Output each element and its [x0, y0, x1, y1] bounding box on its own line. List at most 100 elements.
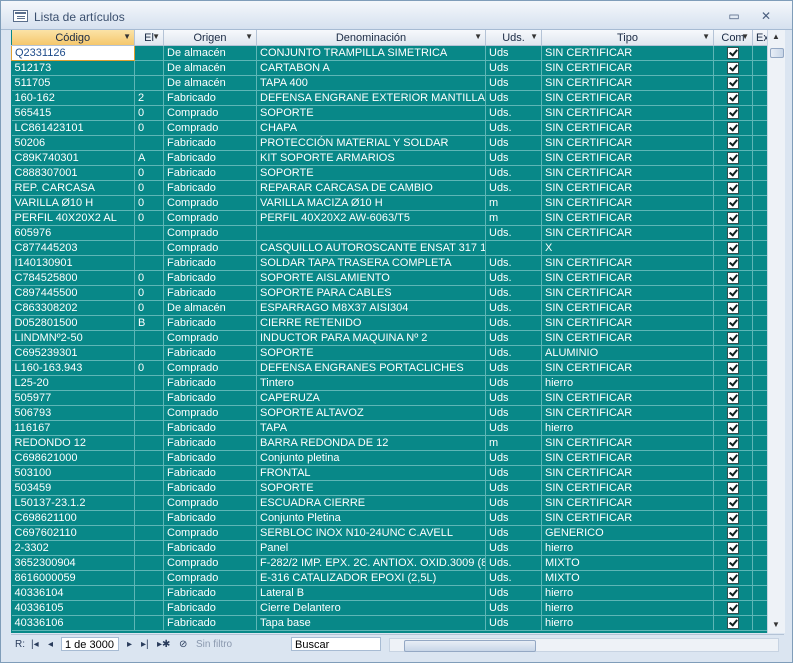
cell-uds[interactable]: Uds.: [485, 120, 542, 136]
checkbox-checked-icon[interactable]: [727, 467, 739, 480]
cell-ex[interactable]: [752, 210, 767, 226]
table-row[interactable]: REP. CARCASA 0 Fabricado REPARAR CARCASA DE…: [11, 180, 767, 196]
next-record-button[interactable]: ▸: [127, 638, 132, 652]
cell-uds[interactable]: Uds: [485, 495, 542, 511]
last-record-button[interactable]: ▸|: [141, 638, 149, 652]
checkbox-checked-icon[interactable]: [727, 617, 739, 630]
cell-tipo[interactable]: MIXTO: [541, 570, 714, 586]
cell-el[interactable]: A: [134, 150, 164, 166]
table-row[interactable]: C784525800 0 Fabricado SOPORTE AISLAMIENTO U…: [11, 270, 767, 286]
table-row[interactable]: C89K740301 A Fabricado KIT SOPORTE ARMARIOS…: [11, 150, 767, 166]
table-row[interactable]: C897445500 0 Fabricado SOPORTE PARA CABLES U…: [11, 285, 767, 301]
cell-com[interactable]: [713, 210, 753, 226]
cell-uds[interactable]: Uds.: [485, 225, 542, 241]
cell-el[interactable]: [134, 540, 164, 556]
current-record-field[interactable]: 1 de 3000: [61, 637, 119, 651]
column-header-tipo[interactable]: Tipo ▼: [541, 30, 714, 46]
cell-denominacion[interactable]: DEFENSA ENGRANE EXTERIOR MANTILLA: [256, 90, 486, 106]
table-row[interactable]: L50137-23.1.2 Comprado ESCUADRA CIERRE Uds S…: [11, 495, 767, 511]
cell-ex[interactable]: [752, 90, 767, 106]
cell-origen[interactable]: Fabricado: [163, 90, 257, 106]
cell-com[interactable]: [713, 495, 753, 511]
table-row[interactable]: 605976 Comprado Uds. SIN CERTIFICAR: [11, 225, 767, 241]
cell-tipo[interactable]: MIXTO: [541, 555, 714, 571]
cell-el[interactable]: [134, 390, 164, 406]
cell-origen[interactable]: Comprado: [163, 240, 257, 256]
table-row[interactable]: C877445203 Comprado CASQUILLO AUTOROSCANTE…: [11, 240, 767, 256]
checkbox-checked-icon[interactable]: [727, 152, 739, 165]
cell-codigo[interactable]: 40336104: [11, 585, 135, 601]
cell-codigo[interactable]: C863308202: [11, 300, 135, 316]
cell-uds[interactable]: Uds.: [485, 285, 542, 301]
cell-denominacion[interactable]: Lateral B: [256, 585, 486, 601]
checkbox-checked-icon[interactable]: [727, 47, 739, 60]
cell-tipo[interactable]: SIN CERTIFICAR: [541, 255, 714, 271]
cell-ex[interactable]: [752, 240, 767, 256]
cell-ex[interactable]: [752, 150, 767, 166]
table-row[interactable]: 511705 De almacén TAPA 400 Uds SIN CERTIFICA…: [11, 75, 767, 91]
cell-denominacion[interactable]: SOPORTE: [256, 480, 486, 496]
cell-uds[interactable]: Uds.: [485, 300, 542, 316]
cell-ex[interactable]: [752, 135, 767, 151]
cell-el[interactable]: [134, 600, 164, 616]
cell-com[interactable]: [713, 255, 753, 271]
horizontal-scrollbar[interactable]: [389, 638, 779, 652]
cell-codigo[interactable]: C695239301: [11, 345, 135, 361]
cell-ex[interactable]: [752, 255, 767, 271]
cell-denominacion[interactable]: E-316 CATALIZADOR EPOXI (2,5L): [256, 570, 486, 586]
cell-el[interactable]: 0: [134, 285, 164, 301]
cell-el[interactable]: [134, 420, 164, 436]
cell-tipo[interactable]: hierro: [541, 375, 714, 391]
cell-origen[interactable]: Fabricado: [163, 270, 257, 286]
cell-tipo[interactable]: SIN CERTIFICAR: [541, 225, 714, 241]
cell-tipo[interactable]: SIN CERTIFICAR: [541, 405, 714, 421]
cell-el[interactable]: [134, 405, 164, 421]
table-row[interactable]: VARILLA Ø10 H 0 Comprado VARILLA MACIZA Ø10…: [11, 195, 767, 211]
checkbox-checked-icon[interactable]: [727, 602, 739, 615]
scroll-down-icon[interactable]: ▼: [772, 620, 780, 629]
table-row[interactable]: 40336104 Fabricado Lateral B Uds hierro: [11, 585, 767, 601]
cell-ex[interactable]: [752, 180, 767, 196]
new-record-button[interactable]: ▸✱: [157, 638, 170, 652]
table-row[interactable]: L160-163.943 0 Comprado DEFENSA ENGRANES PO…: [11, 360, 767, 376]
cell-el[interactable]: [134, 60, 164, 76]
cell-tipo[interactable]: SIN CERTIFICAR: [541, 300, 714, 316]
filter-status[interactable]: Sin filtro: [196, 638, 232, 652]
cell-ex[interactable]: [752, 45, 767, 61]
cell-el[interactable]: 0: [134, 270, 164, 286]
cell-el[interactable]: [134, 345, 164, 361]
cell-codigo[interactable]: C89K740301: [11, 150, 135, 166]
cell-com[interactable]: [713, 270, 753, 286]
table-row[interactable]: Q2331126 De almacén CONJUNTO TRAMPILLA SIM…: [11, 45, 767, 61]
cell-origen[interactable]: Fabricado: [163, 315, 257, 331]
cell-el[interactable]: 0: [134, 165, 164, 181]
cell-ex[interactable]: [752, 510, 767, 526]
cell-origen[interactable]: Fabricado: [163, 465, 257, 481]
cell-com[interactable]: [713, 150, 753, 166]
cell-codigo[interactable]: 50206: [11, 135, 135, 151]
cell-codigo[interactable]: 505977: [11, 390, 135, 406]
cell-tipo[interactable]: SIN CERTIFICAR: [541, 285, 714, 301]
cell-el[interactable]: [134, 450, 164, 466]
cell-el[interactable]: [134, 555, 164, 571]
cell-ex[interactable]: [752, 165, 767, 181]
checkbox-checked-icon[interactable]: [727, 197, 739, 210]
cell-origen[interactable]: Comprado: [163, 225, 257, 241]
cell-ex[interactable]: [752, 75, 767, 91]
cell-codigo[interactable]: VARILLA Ø10 H: [11, 195, 135, 211]
cell-com[interactable]: [713, 285, 753, 301]
column-header-com[interactable]: Com ▼: [713, 30, 753, 46]
cell-el[interactable]: [134, 465, 164, 481]
cell-com[interactable]: [713, 390, 753, 406]
chevron-down-icon[interactable]: ▼: [474, 30, 482, 44]
cell-origen[interactable]: Fabricado: [163, 435, 257, 451]
cell-denominacion[interactable]: SOLDAR TAPA TRASERA COMPLETA: [256, 255, 486, 271]
table-row[interactable]: 40336105 Fabricado Cierre Delantero Uds hier…: [11, 600, 767, 616]
cell-denominacion[interactable]: [256, 225, 486, 241]
cell-uds[interactable]: Uds.: [485, 165, 542, 181]
checkbox-checked-icon[interactable]: [727, 392, 739, 405]
cell-uds[interactable]: Uds: [485, 600, 542, 616]
cell-codigo[interactable]: 605976: [11, 225, 135, 241]
cell-com[interactable]: [713, 540, 753, 556]
cell-ex[interactable]: [752, 60, 767, 76]
